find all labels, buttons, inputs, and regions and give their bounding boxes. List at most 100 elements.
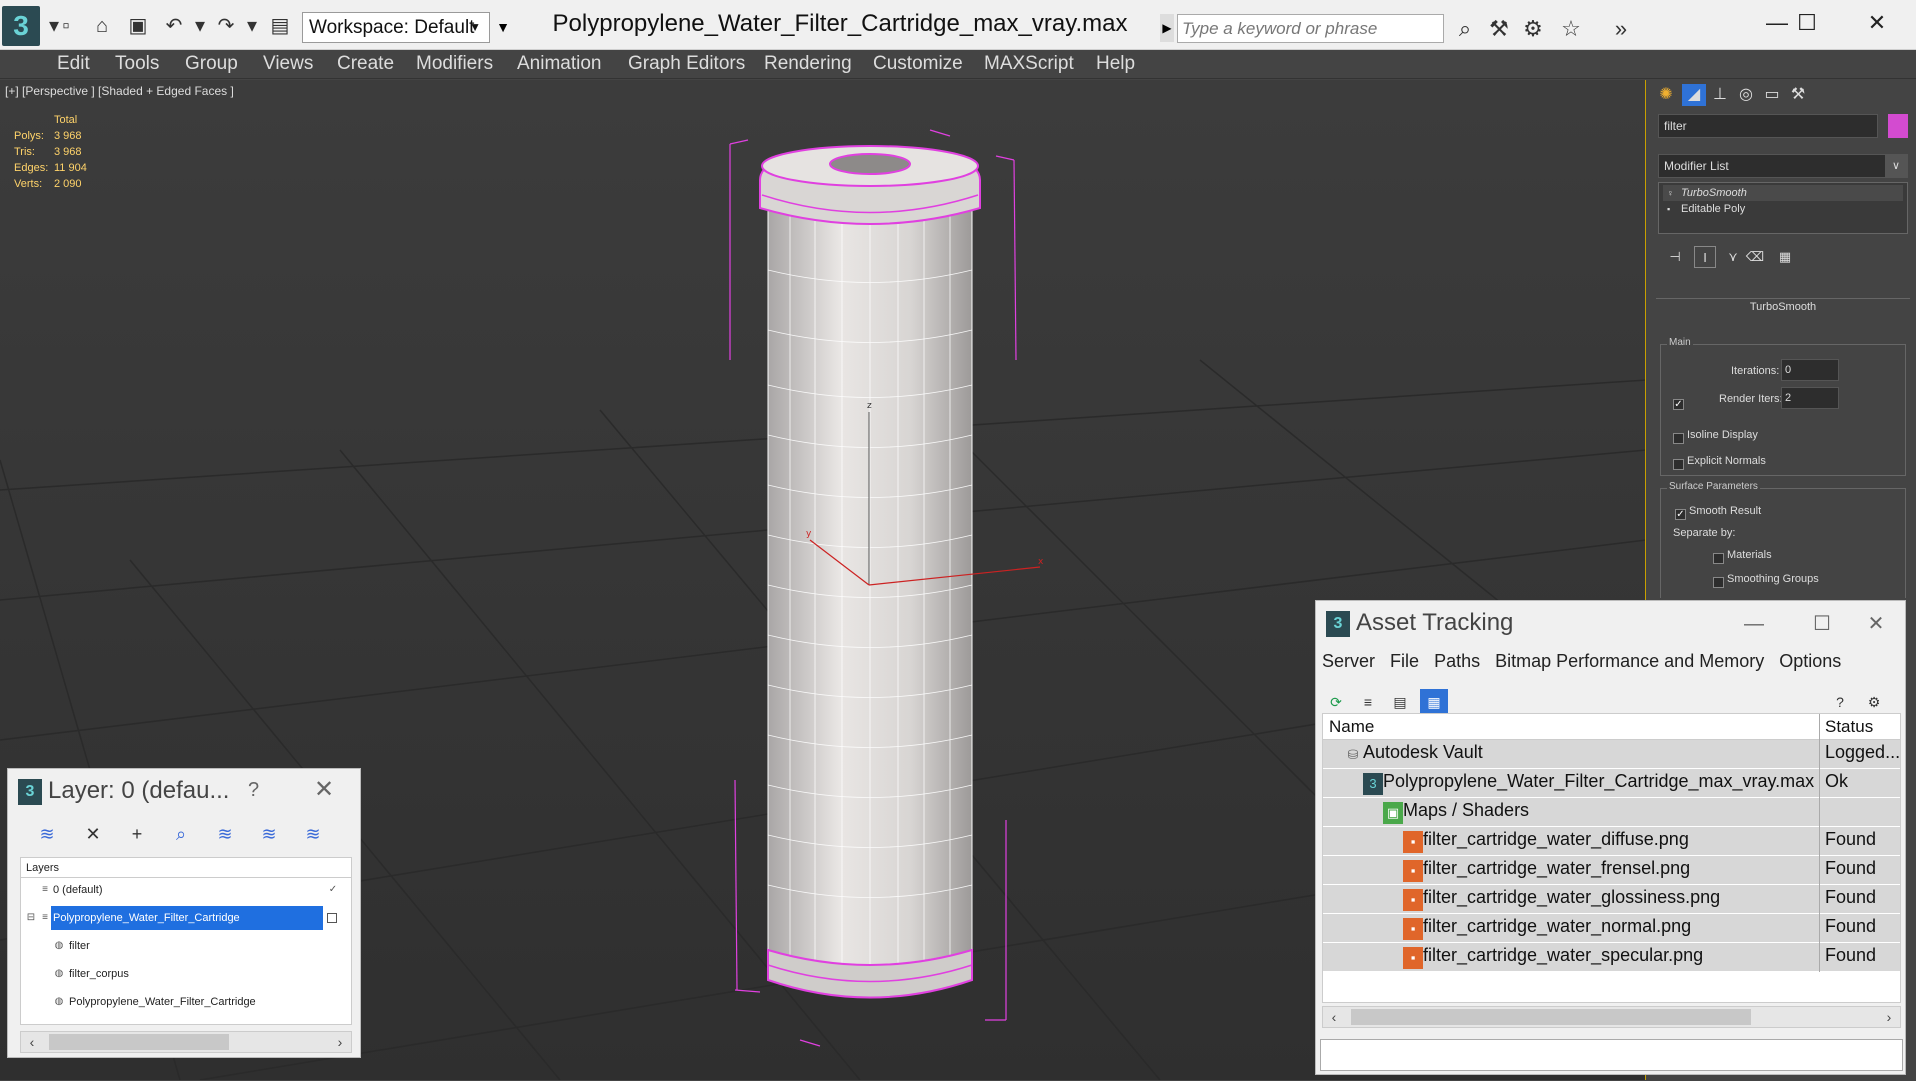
asset-menu-paths[interactable]: Paths <box>1434 651 1480 671</box>
table-row[interactable]: ▣ Maps / Shaders <box>1323 798 1900 827</box>
layer-close-button[interactable]: ✕ <box>314 775 334 804</box>
table-view-icon[interactable]: ▦ <box>1420 689 1448 715</box>
create-tab-icon[interactable]: ✺ <box>1654 84 1678 106</box>
expand-icon[interactable]: ▪ <box>1667 204 1677 214</box>
explicit-normals-checkbox[interactable] <box>1673 459 1684 470</box>
scroll-right-icon[interactable]: › <box>329 1032 351 1052</box>
table-row[interactable]: 3 Polypropylene_Water_Filter_Cartridge_m… <box>1323 769 1900 798</box>
select-objects-icon[interactable]: ⌕ <box>166 821 196 847</box>
menu-help[interactable]: Help <box>1096 50 1135 79</box>
menu-views[interactable]: Views <box>263 50 313 79</box>
settings-icon[interactable]: ⚙ <box>1860 689 1888 715</box>
stack-item-editable-poly[interactable]: ▪ Editable Poly <box>1663 201 1903 217</box>
scroll-thumb[interactable] <box>49 1034 229 1050</box>
smoothing-groups-checkbox[interactable] <box>1713 577 1724 588</box>
satellite-icon[interactable]: ⚙ <box>1518 14 1548 44</box>
asset-maximize-button[interactable]: ☐ <box>1802 611 1842 637</box>
select-layer-icon[interactable]: ≋ <box>210 821 240 847</box>
wrench-icon[interactable]: ⚒ <box>1484 14 1514 44</box>
scroll-right-icon[interactable]: › <box>1878 1007 1900 1027</box>
stack-item-turbosmooth[interactable]: ♀ TurboSmooth <box>1663 185 1903 201</box>
layer-row-filter-corpus[interactable]: ◍ filter_corpus <box>21 962 351 986</box>
hierarchy-tab-icon[interactable]: ⊥ <box>1708 84 1732 106</box>
open-file-icon[interactable]: ⌂ <box>90 14 114 38</box>
asset-menu-options[interactable]: Options <box>1779 651 1841 671</box>
menu-modifiers[interactable]: Modifiers <box>416 50 493 79</box>
table-row[interactable]: ▪ filter_cartridge_water_specular.png Fo… <box>1323 943 1900 972</box>
hide-layer-icon[interactable]: ≋ <box>298 821 328 847</box>
project-folder-icon[interactable]: ▤ <box>268 14 292 38</box>
scroll-thumb[interactable] <box>1351 1009 1751 1025</box>
search-input[interactable]: Type a keyword or phrase <box>1177 14 1444 43</box>
bulb-icon[interactable]: ♀ <box>1667 188 1677 198</box>
delete-layer-icon[interactable]: ✕ <box>78 821 108 847</box>
layer-horizontal-scrollbar[interactable]: ‹ › <box>20 1031 352 1053</box>
app-logo[interactable]: 3 <box>2 6 40 46</box>
undo-dropdown-icon[interactable]: ▾ <box>188 14 212 38</box>
iterations-spinner[interactable]: 0 <box>1781 359 1839 381</box>
render-iters-checkbox[interactable]: ✓ <box>1673 399 1684 410</box>
menu-customize[interactable]: Customize <box>873 50 963 79</box>
menu-edit[interactable]: Edit <box>57 50 90 79</box>
workspace-select[interactable]: Workspace: Default ▼ <box>302 12 490 43</box>
layers-column-header[interactable]: Layers <box>21 858 351 878</box>
motion-tab-icon[interactable]: ◎ <box>1734 84 1758 106</box>
asset-menu-file[interactable]: File <box>1390 651 1419 671</box>
utilities-tab-icon[interactable]: ⚒ <box>1786 84 1810 106</box>
redo-icon[interactable]: ↷ <box>214 14 238 38</box>
asset-horizontal-scrollbar[interactable]: ‹ › <box>1322 1006 1901 1028</box>
col-status-header[interactable]: Status <box>1825 717 1873 737</box>
show-end-result-icon[interactable]: I <box>1694 246 1716 268</box>
redo-dropdown-icon[interactable]: ▾ <box>240 14 264 38</box>
collapse-icon[interactable]: ⊟ <box>25 912 37 924</box>
favorites-star-icon[interactable]: ☆ <box>1556 14 1586 44</box>
overflow-icon[interactable]: » <box>1606 14 1636 44</box>
set-current-box-icon[interactable] <box>327 913 337 923</box>
set-current-layer-icon[interactable]: ≋ <box>254 821 284 847</box>
menu-create[interactable]: Create <box>337 50 394 79</box>
close-button[interactable]: ✕ <box>1852 8 1902 38</box>
list-view-icon[interactable]: ≡ <box>1354 689 1382 715</box>
asset-close-button[interactable]: ✕ <box>1856 611 1896 637</box>
asset-menu-server[interactable]: Server <box>1322 651 1375 671</box>
column-divider[interactable] <box>1819 714 1820 740</box>
isoline-display-checkbox[interactable] <box>1673 433 1684 444</box>
thumbnail-view-icon[interactable]: ▤ <box>1386 689 1414 715</box>
configure-sets-icon[interactable]: ▦ <box>1774 246 1796 268</box>
menu-maxscript[interactable]: MAXScript <box>984 50 1074 79</box>
scroll-left-icon[interactable]: ‹ <box>1323 1007 1345 1027</box>
asset-status-field[interactable] <box>1320 1039 1903 1071</box>
maximize-button[interactable]: ☐ <box>1782 8 1832 38</box>
display-tab-icon[interactable]: ▭ <box>1760 84 1784 106</box>
help-icon[interactable]: ? <box>1826 689 1854 715</box>
new-file-icon[interactable]: ▫ <box>54 14 78 38</box>
menu-tools[interactable]: Tools <box>115 50 159 79</box>
menu-animation[interactable]: Animation <box>517 50 602 79</box>
col-name-header[interactable]: Name <box>1329 717 1374 737</box>
undo-icon[interactable]: ↶ <box>162 14 186 38</box>
remove-modifier-icon[interactable]: ⌫ <box>1744 246 1766 268</box>
save-file-icon[interactable]: ▣ <box>126 14 150 38</box>
layer-add-icon[interactable]: ≋ <box>32 821 62 847</box>
menu-graph-editors[interactable]: Graph Editors <box>628 50 745 79</box>
smooth-result-checkbox[interactable]: ✓ <box>1675 509 1686 520</box>
pin-stack-icon[interactable]: ⊣ <box>1664 246 1686 268</box>
modifier-list-dropdown[interactable]: Modifier List ∨ <box>1658 154 1908 178</box>
table-row[interactable]: ▪ filter_cartridge_water_frensel.png Fou… <box>1323 856 1900 885</box>
asset-minimize-button[interactable]: — <box>1734 611 1774 637</box>
layer-row-default[interactable]: ≡ 0 (default) ✓ <box>21 878 351 902</box>
table-row[interactable]: ▪ filter_cartridge_water_normal.png Foun… <box>1323 914 1900 943</box>
object-color-swatch[interactable] <box>1888 114 1908 138</box>
menu-group[interactable]: Group <box>185 50 238 79</box>
table-row[interactable]: ⛁ Autodesk Vault Logged... <box>1323 740 1900 769</box>
binoculars-icon[interactable]: ⌕ <box>1450 14 1480 44</box>
object-name-field[interactable]: filter <box>1658 114 1878 138</box>
layer-help-button[interactable]: ? <box>248 779 259 802</box>
make-unique-icon[interactable]: ⋎ <box>1722 246 1744 268</box>
modify-tab-icon[interactable]: ◢ <box>1682 84 1706 106</box>
render-iters-spinner[interactable]: 2 <box>1781 387 1839 409</box>
asset-menu-bitmap-performance[interactable]: Bitmap Performance and Memory <box>1495 651 1764 671</box>
layer-row-cartridge-object[interactable]: ◍ Polypropylene_Water_Filter_Cartridge <box>21 990 351 1014</box>
new-layer-icon[interactable]: + <box>122 821 152 847</box>
materials-checkbox[interactable] <box>1713 553 1724 564</box>
